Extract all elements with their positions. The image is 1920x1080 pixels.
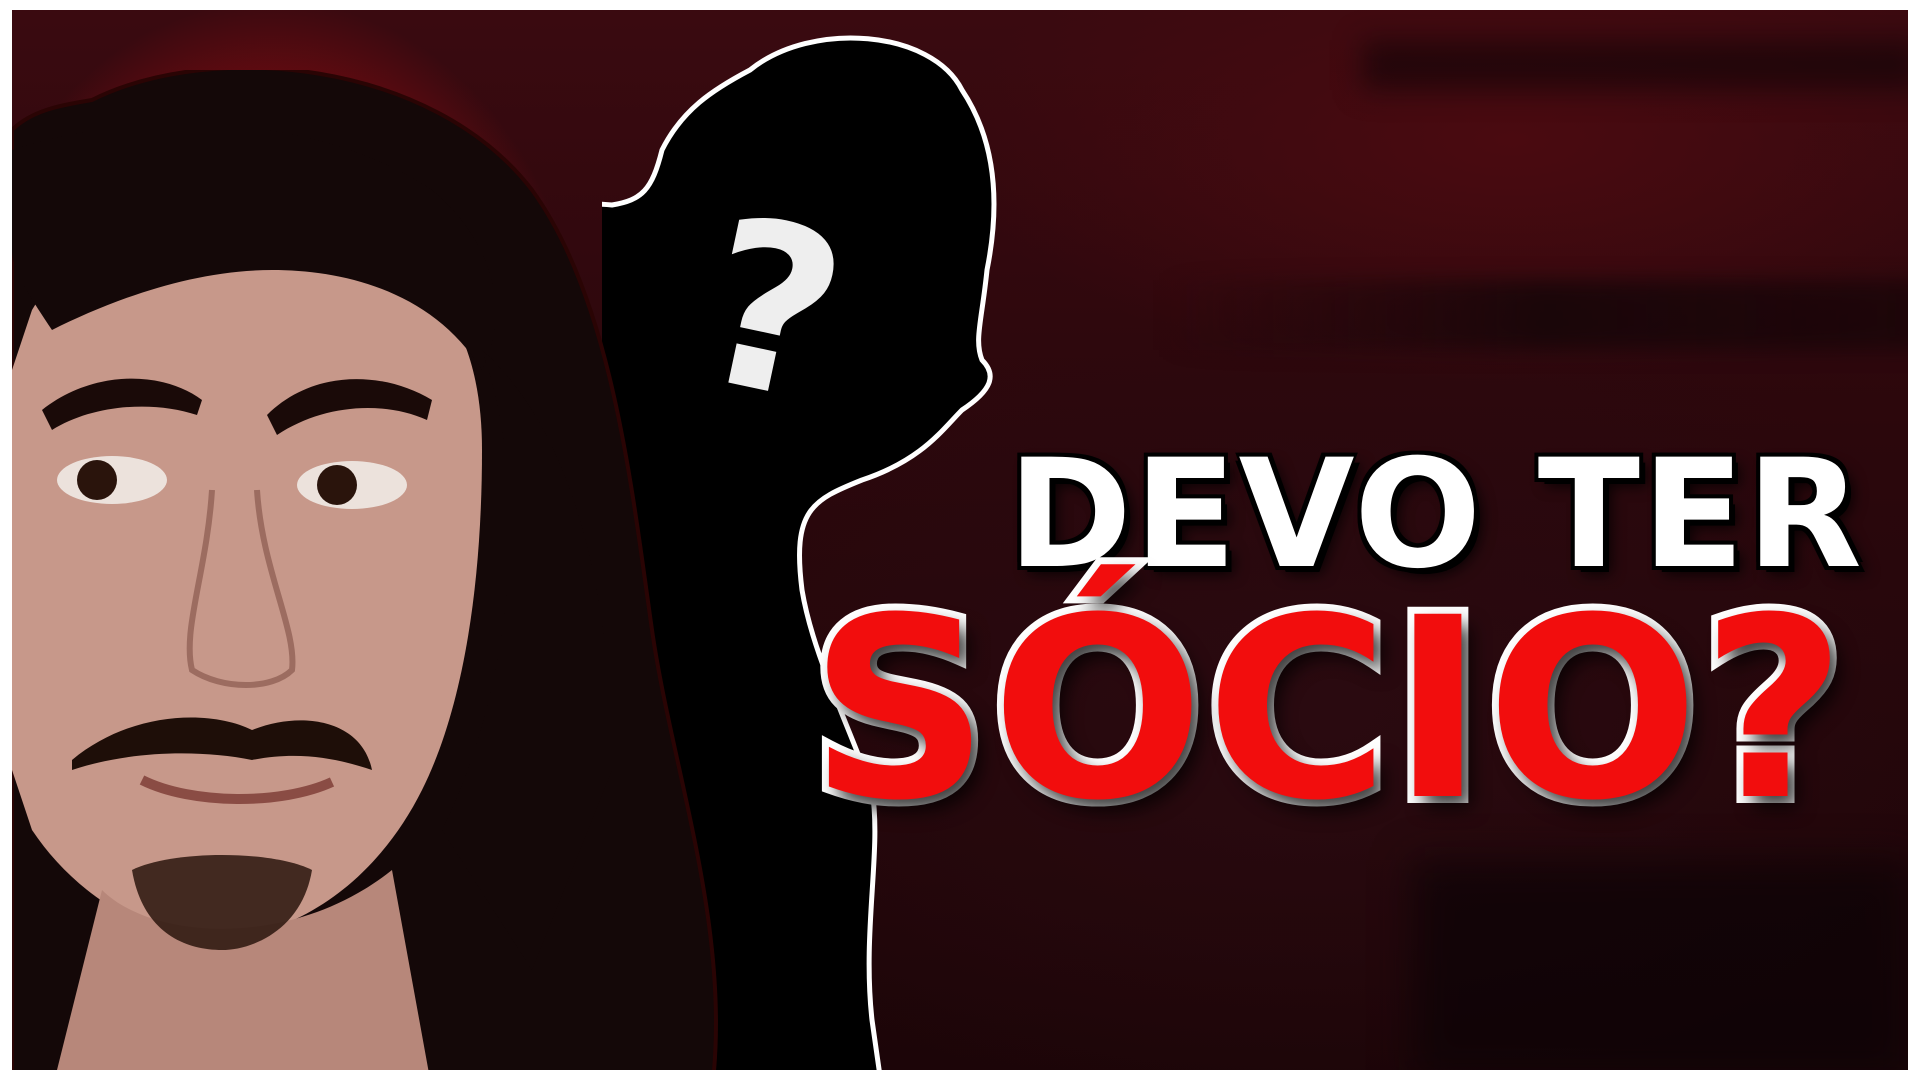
- pupil-right: [317, 465, 357, 505]
- background-blur-shape: [1412, 860, 1908, 1070]
- thumbnail-frame: ? DEVO TER SÓCIO?: [12, 10, 1908, 1070]
- background-blur-shape: [1162, 280, 1908, 350]
- headline-line-2: SÓCIO?: [802, 564, 1853, 855]
- person-portrait: [12, 70, 719, 1070]
- background-blur-shape: [1362, 40, 1908, 90]
- pupil-left: [77, 460, 117, 500]
